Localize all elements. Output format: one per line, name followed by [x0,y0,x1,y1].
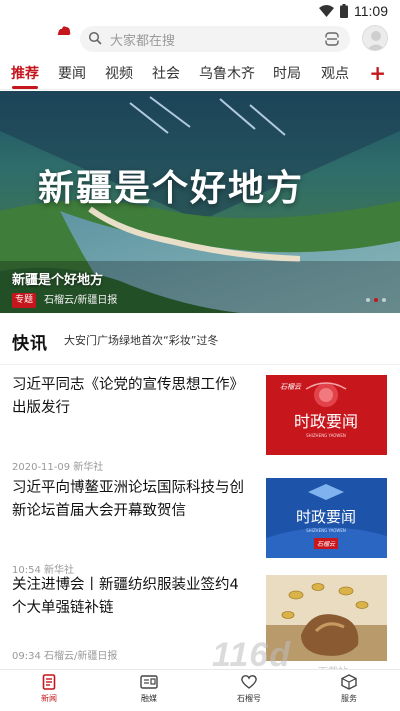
add-channel-icon[interactable]: + [369,63,386,83]
nav-shiliu[interactable]: 石榴号 [219,674,279,704]
news-meta: 2020-11-09 新华社 [12,462,104,473]
thumb-blue-graphic: 时政要闻 SHIZHENG YAOWEN 石榴云 [266,478,387,558]
bottom-navigation: 新闻 融媒 石榴号 服务 [0,669,400,711]
carousel-dot-active [374,298,378,302]
nav-news[interactable]: 新闻 [19,674,79,704]
news-thumbnail[interactable]: 石榴云 时政要闻 SHIZHENG YAOWEN [266,375,387,455]
banner-source: 石榴云/新疆日报 [44,295,118,306]
thumb-brand: 石榴云 [280,383,302,391]
carousel-indicator [366,298,386,302]
carousel-dot [366,298,370,302]
tab-urumqi[interactable]: 乌鲁木齐 [199,63,255,83]
news-item[interactable]: 习近平向博鳌亚洲论坛国际科技与创新论坛首届大会开幕致贺信 10:54 新华社 时… [0,477,400,580]
tab-headlines[interactable]: 要闻 [58,63,86,83]
banner-carousel[interactable]: 新疆是个好地方 新疆是个好地方 专题 石榴云/新疆日报 [0,91,400,313]
news-icon [42,674,56,690]
wifi-icon [319,5,334,17]
box-icon [341,674,357,690]
thumb-title: 时政要闻 [296,508,356,526]
topic-tag: 专题 [12,293,37,308]
tab-recommend[interactable]: 推荐 [11,63,39,83]
nav-label: 新闻 [41,694,57,703]
nav-service[interactable]: 服务 [319,674,379,704]
scan-icon[interactable] [324,31,340,47]
status-icons: 11:09 [319,3,388,19]
flash-news-label: 快讯 [12,334,48,354]
heart-icon [241,675,257,689]
app-logo-icon[interactable] [56,24,72,36]
status-bar: 11:09 [0,0,400,22]
thumb-subtitle: SHIZHENG YAOWEN [306,433,346,438]
tab-society[interactable]: 社会 [152,63,180,83]
media-icon [140,675,158,689]
search-icon [88,31,102,45]
nav-label: 服务 [341,694,357,703]
thumb-title: 时政要闻 [294,412,358,431]
battery-icon [340,4,348,18]
search-bar[interactable]: 大家都在搜 [80,26,350,52]
nav-label: 石榴号 [237,694,261,703]
news-title[interactable]: 习近平同志《论党的宣传思想工作》出版发行 [12,374,250,420]
active-tab-indicator [12,86,38,89]
news-title[interactable]: 关注进博会丨新疆纺织服装业签约4个大单强链补链 [12,574,250,620]
news-thumbnail[interactable]: 时政要闻 SHIZHENG YAOWEN 石榴云 [266,478,387,558]
news-title[interactable]: 习近平向博鳌亚洲论坛国际科技与创新论坛首届大会开幕致贺信 [12,477,250,523]
status-time: 11:09 [354,3,388,19]
tab-current-affairs[interactable]: 时局 [273,63,301,83]
news-meta: 09:34 石榴云/新疆日报 [12,651,118,662]
news-item[interactable]: 习近平同志《论党的宣传思想工作》出版发行 2020-11-09 新华社 石榴云 … [0,374,400,477]
tab-video[interactable]: 视频 [105,63,133,83]
flash-news[interactable]: 快讯 大安门广场绿地首次“彩妆”过冬 [0,313,400,365]
banner-caption: 新疆是个好地方 [12,273,104,288]
banner-overlay-title: 新疆是个好地方 [38,168,305,209]
user-avatar[interactable] [362,25,388,51]
thumb-brand: 石榴云 [317,540,336,548]
thumb-red-graphic: 石榴云 时政要闻 SHIZHENG YAOWEN [266,375,387,455]
thumb-subtitle: SHIZHENG YAOWEN [306,528,346,533]
flash-news-text[interactable]: 大安门广场绿地首次“彩妆”过冬 [64,332,218,348]
carousel-dot [382,298,386,302]
search-placeholder: 大家都在搜 [110,33,176,48]
channel-tabs: 推荐 要闻 视频 社会 乌鲁木齐 时局 观点 + [0,56,400,90]
nav-label: 融媒 [141,694,157,703]
user-icon [366,31,386,50]
header: 大家都在搜 [0,22,400,56]
news-item[interactable]: 关注进博会丨新疆纺织服装业签约4个大单强链补链 09:34 石榴云/新疆日报 [0,574,400,666]
tab-opinion[interactable]: 观点 [321,63,349,83]
nav-media[interactable]: 融媒 [119,674,179,704]
